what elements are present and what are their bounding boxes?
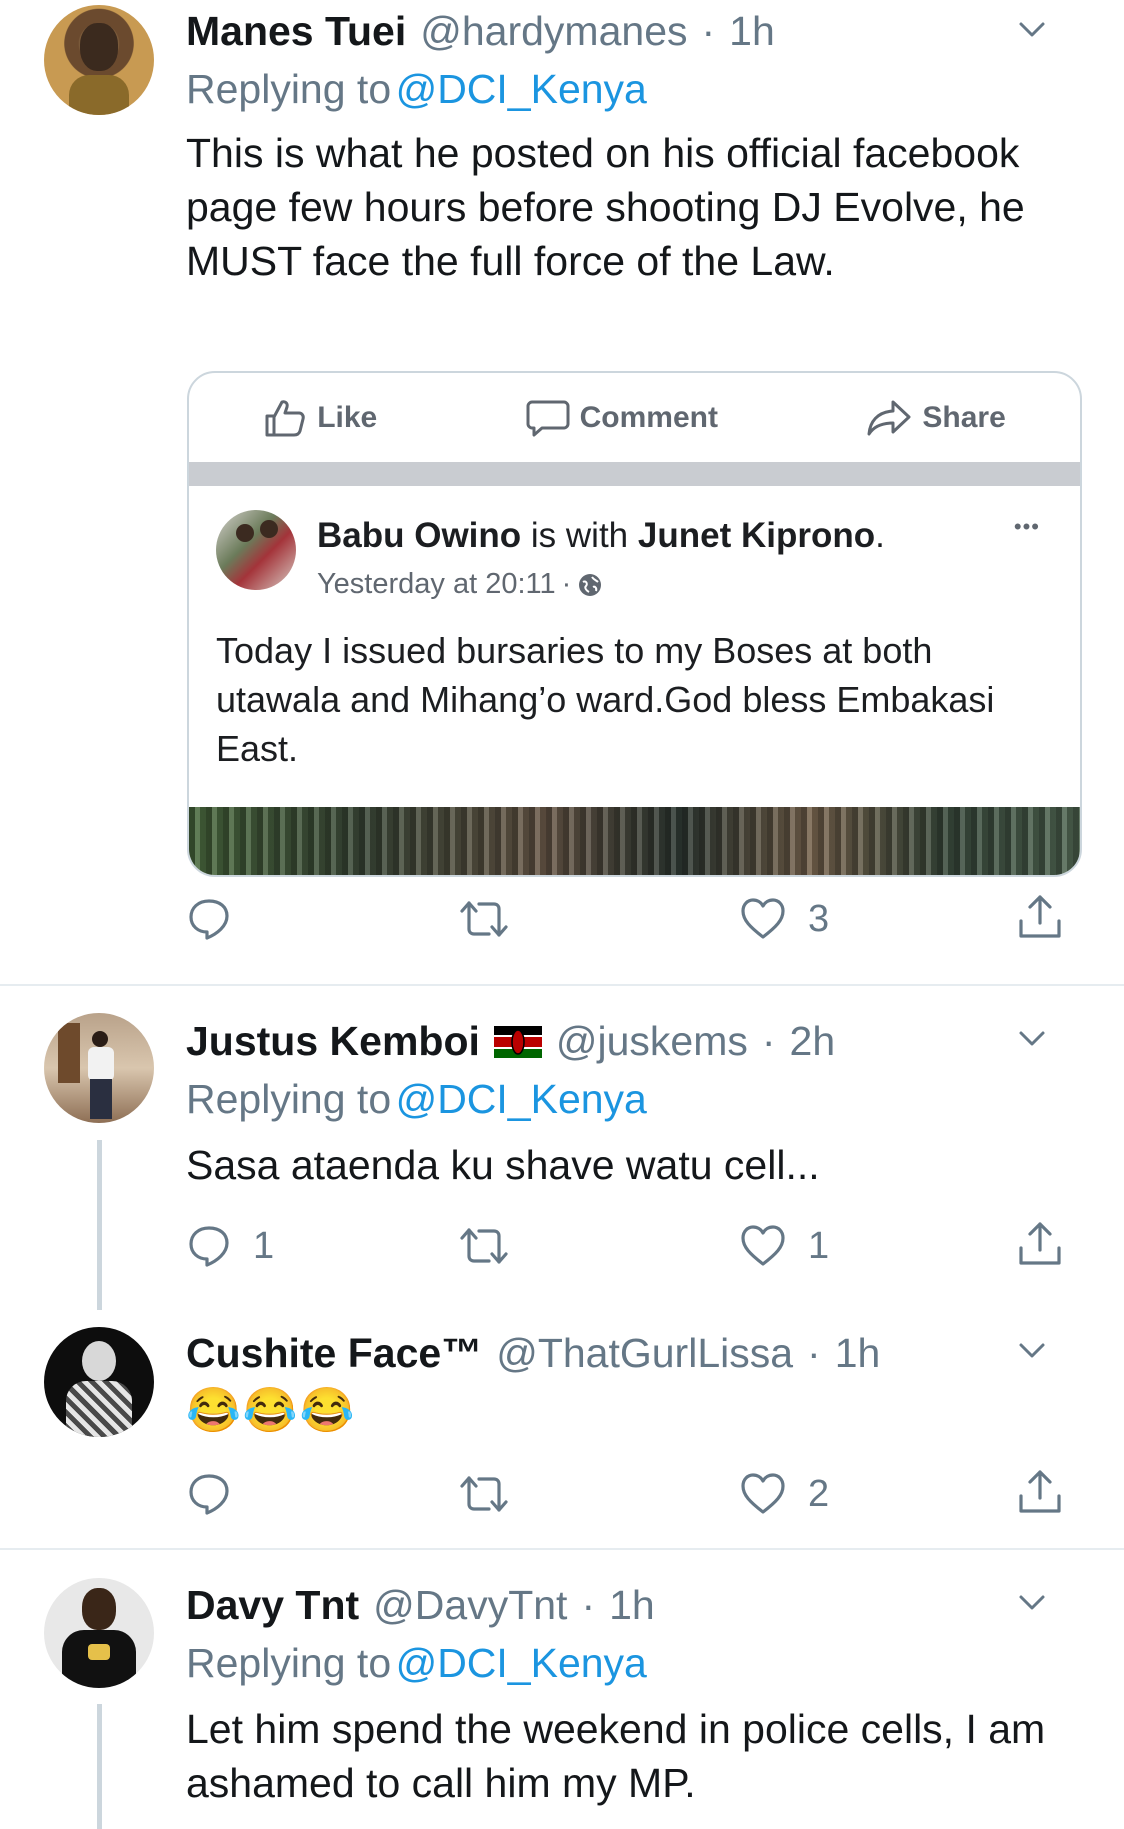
facebook-separator <box>189 462 1080 486</box>
reply-count: 1 <box>253 1224 275 1267</box>
thread-line <box>97 1140 102 1310</box>
more-options-icon: ••• <box>1013 514 1040 539</box>
replying-to: Replying to @DCI_Kenya <box>186 1076 647 1123</box>
facebook-period: . <box>875 516 885 555</box>
avatar[interactable] <box>44 1578 154 1688</box>
facebook-time-sep: · <box>561 568 572 600</box>
separator-dot: · <box>807 1330 821 1376</box>
facebook-like-label: Like <box>317 400 378 434</box>
replying-prefix: Replying to <box>186 1640 392 1686</box>
facebook-with-text: is with <box>530 516 629 555</box>
tweet-text: Sasa ataenda ku shave watu cell... <box>186 1142 820 1188</box>
retweet-icon <box>460 1476 508 1512</box>
thread-line <box>97 1704 102 1829</box>
tweet-divider <box>0 984 1124 986</box>
retweet-button[interactable] <box>458 1224 510 1268</box>
timestamp[interactable]: 2h <box>790 1018 836 1065</box>
author-name[interactable]: Justus Kemboi <box>186 1018 480 1065</box>
facebook-avatar <box>216 510 296 590</box>
share-icon <box>1019 1470 1061 1513</box>
replying-prefix: Replying to <box>186 1076 392 1122</box>
facebook-author: Babu Owino <box>317 516 522 555</box>
like-icon <box>741 1473 785 1514</box>
reply-icon <box>189 1226 229 1267</box>
like-button[interactable]: 3 <box>740 897 829 941</box>
facebook-action-bar: Like Comment Share <box>189 373 1080 462</box>
like-count: 1 <box>808 1224 830 1267</box>
author-name[interactable]: Manes Tuei <box>186 8 406 55</box>
tweet-text-emoji: 😂😂😂 <box>186 1386 357 1435</box>
timestamp[interactable]: 1h <box>609 1582 655 1629</box>
facebook-post-time: Yesterday at 20:11 · <box>317 568 603 601</box>
chevron-down-icon[interactable] <box>1018 1588 1046 1616</box>
tweet-text: This is what he posted on his official f… <box>186 130 1025 284</box>
author-handle[interactable]: @DavyTnt <box>373 1582 567 1629</box>
like-button[interactable]: 1 <box>740 1224 829 1268</box>
timestamp[interactable]: 1h <box>729 8 775 55</box>
comment-icon <box>526 400 570 436</box>
reply-button[interactable] <box>187 1472 253 1516</box>
facebook-tagged-name: Junet Kiprono <box>637 516 876 555</box>
separator-dot: · <box>761 1018 776 1064</box>
tweet-divider <box>0 1548 1124 1550</box>
share-button[interactable] <box>1017 1220 1063 1268</box>
author-handle[interactable]: @hardymanes <box>420 8 687 55</box>
separator-dot: · <box>581 1582 596 1628</box>
tweet-text: Let him spend the weekend in police cell… <box>186 1706 1046 1806</box>
facebook-comment-label: Comment <box>579 400 718 434</box>
avatar[interactable] <box>44 1327 154 1437</box>
replying-to: Replying to @DCI_Kenya <box>186 66 647 113</box>
facebook-share-label: Share <box>922 400 1006 434</box>
facebook-post-header: Babu Owino is with Junet Kiprono. <box>317 516 885 556</box>
share-button[interactable] <box>1017 893 1063 941</box>
share-button[interactable] <box>1017 1468 1063 1516</box>
reply-icon <box>189 1474 229 1515</box>
retweet-icon <box>460 901 508 937</box>
like-icon <box>741 1225 785 1266</box>
author-name[interactable]: Cushite Face™ <box>186 1330 482 1377</box>
crowd-photo <box>189 807 1080 875</box>
mention-link[interactable]: @DCI_Kenya <box>396 1640 647 1686</box>
embedded-facebook-screenshot[interactable]: Like Comment Share Babu Owino is with Ju… <box>187 371 1082 877</box>
facebook-post-text: Today I issued bursaries to my Boses at … <box>216 630 995 769</box>
share-arrow-icon <box>867 400 911 435</box>
like-count: 3 <box>808 897 830 940</box>
facebook-like-button: Like <box>263 398 377 438</box>
chevron-down-icon[interactable] <box>1018 15 1046 43</box>
facebook-time: Yesterday at 20:11 <box>317 568 556 600</box>
share-icon <box>1019 1222 1061 1265</box>
retweet-button[interactable] <box>458 1472 510 1516</box>
avatar[interactable] <box>44 5 154 115</box>
reply-button[interactable]: 1 <box>187 1224 274 1268</box>
replying-prefix: Replying to <box>186 66 392 112</box>
author-handle[interactable]: @ThatGurlLissa <box>496 1330 793 1377</box>
author-name[interactable]: Davy Tnt <box>186 1582 359 1629</box>
avatar[interactable] <box>44 1013 154 1123</box>
chevron-down-icon[interactable] <box>1018 1024 1046 1052</box>
retweet-button[interactable] <box>458 897 510 941</box>
timestamp[interactable]: 1h <box>835 1330 881 1377</box>
globe-icon <box>579 573 602 596</box>
like-count: 2 <box>808 1472 830 1515</box>
retweet-icon <box>460 1228 508 1264</box>
mention-link[interactable]: @DCI_Kenya <box>396 66 647 112</box>
author-handle[interactable]: @juskems <box>556 1018 748 1065</box>
kenya-flag-icon <box>493 1025 542 1058</box>
share-icon <box>1019 895 1061 938</box>
replying-to: Replying to @DCI_Kenya <box>186 1640 647 1687</box>
chevron-down-icon[interactable] <box>1018 1336 1046 1364</box>
facebook-share-button: Share <box>866 398 1006 438</box>
reply-button[interactable] <box>187 897 253 941</box>
mention-link[interactable]: @DCI_Kenya <box>396 1076 647 1122</box>
facebook-comment-button: Comment <box>526 398 718 438</box>
like-button[interactable]: 2 <box>740 1472 829 1516</box>
thumbs-up-icon <box>265 399 305 436</box>
separator-dot: · <box>701 8 716 54</box>
like-icon <box>741 898 785 939</box>
reply-icon <box>189 899 229 940</box>
